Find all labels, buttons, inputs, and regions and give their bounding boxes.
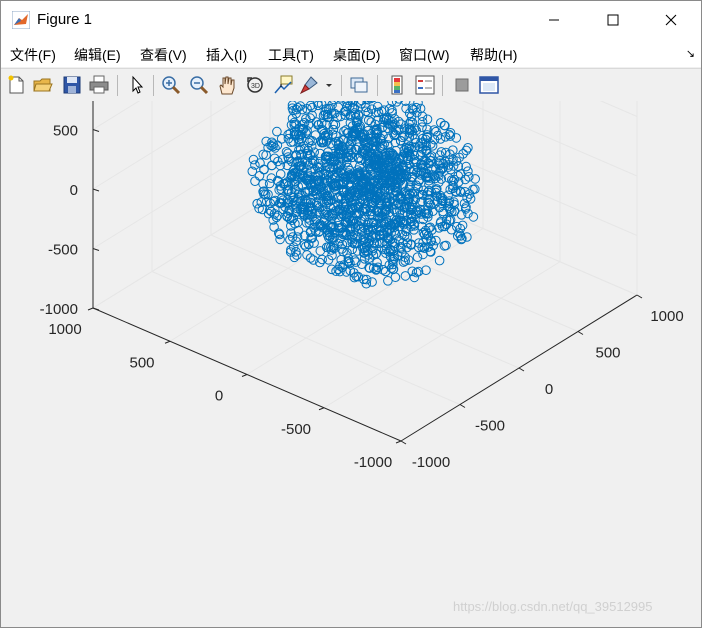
y-tick-mark: [241, 374, 248, 377]
scatter-point: [390, 272, 401, 282]
open-file-icon[interactable]: [32, 74, 54, 96]
minimize-icon: [549, 19, 559, 21]
scatter-point: [470, 184, 480, 194]
scatter-point: [293, 226, 304, 236]
z-tick-label: 500: [53, 123, 78, 140]
scatter-point: [248, 154, 259, 165]
brush-icon[interactable]: [298, 74, 320, 96]
x-tick-label: 0: [545, 381, 553, 398]
y-tick-label: -500: [281, 421, 311, 438]
grid-line: [323, 261, 561, 409]
watermark: https://blog.csdn.net/qq_39512995: [453, 599, 653, 614]
matlab-logo-icon: [12, 11, 30, 29]
menu-bar: 文件(F) 编辑(E) 查看(V) 插入(I) 工具(T) 桌面(D) 窗口(W…: [1, 39, 701, 67]
x-tick-mark: [636, 294, 643, 299]
print-icon[interactable]: [88, 74, 110, 96]
select-arrow-icon[interactable]: [126, 74, 148, 96]
hide-plot-tools-icon[interactable]: [451, 74, 473, 96]
z-tick-mark: [92, 248, 100, 251]
scatter-point: [417, 117, 428, 127]
brush-dropdown-icon[interactable]: [323, 74, 335, 96]
maximize-icon: [607, 14, 619, 26]
close-icon: [665, 14, 677, 26]
toolbar-separator: [117, 75, 118, 96]
new-figure-icon[interactable]: [5, 74, 27, 96]
legend-icon[interactable]: [414, 74, 436, 96]
scatter-point: [254, 171, 265, 181]
figure-window: Figure 1 文件(F) 编辑(E) 查看(V) 插入(I) 工具(T) 桌…: [0, 0, 702, 628]
x-tick-mark: [577, 331, 584, 335]
svg-text:3D: 3D: [251, 83, 260, 90]
save-icon[interactable]: [61, 74, 83, 96]
menu-desktop[interactable]: 桌面(D): [333, 45, 380, 65]
minimize-button[interactable]: [531, 1, 577, 39]
scatter-point: [422, 114, 433, 125]
menu-help[interactable]: 帮助(H): [470, 45, 517, 65]
y-tick-label: 0: [215, 388, 223, 405]
maximize-button[interactable]: [590, 1, 636, 39]
x-tick-label: 500: [595, 345, 620, 362]
scatter-point: [451, 133, 462, 143]
y-tick-label: 500: [129, 354, 154, 371]
y-tick-mark: [164, 340, 171, 344]
scatter-point: [275, 234, 285, 245]
y-tick-mark: [87, 307, 94, 311]
y-tick-label: -1000: [354, 454, 392, 471]
zoom-out-icon[interactable]: [188, 74, 210, 96]
dock-arrow-icon[interactable]: ↘: [686, 47, 695, 60]
menu-window[interactable]: 窗口(W): [399, 45, 450, 65]
zoom-in-icon[interactable]: [160, 74, 182, 96]
z-tick-mark: [92, 188, 100, 192]
x-tick-label: 1000: [650, 308, 683, 325]
show-plot-tools-icon[interactable]: [478, 74, 500, 96]
y-tick-label: 1000: [48, 321, 81, 338]
figure-toolbar: 3D: [1, 68, 701, 102]
scatter-point: [434, 255, 445, 266]
toolbar-separator: [442, 75, 443, 96]
rotate-3d-icon[interactable]: 3D: [244, 74, 266, 96]
link-plot-icon[interactable]: [348, 74, 370, 96]
close-button[interactable]: [648, 1, 694, 39]
scatter-point: [409, 272, 420, 283]
scatter-point: [463, 143, 473, 153]
menu-insert[interactable]: 插入(I): [206, 45, 247, 65]
pan-hand-icon[interactable]: [216, 74, 238, 96]
x-tick-mark: [400, 440, 407, 445]
toolbar-separator: [341, 75, 342, 96]
z-tick-mark: [92, 129, 100, 132]
window-title: Figure 1: [37, 11, 93, 28]
menu-file[interactable]: 文件(F): [10, 45, 56, 65]
figure-canvas[interactable]: -1000-50005001000-1000-50005001000100050…: [1, 0, 701, 627]
data-cursor-icon[interactable]: [272, 74, 294, 96]
x-tick-label: -500: [475, 418, 505, 435]
menu-view[interactable]: 查看(V): [140, 45, 187, 65]
z-tick-label: 0: [70, 182, 78, 199]
scatter-point: [412, 252, 423, 262]
y-tick-mark: [318, 407, 325, 411]
title-bar[interactable]: Figure 1: [1, 1, 701, 39]
colorbar-icon[interactable]: [386, 74, 408, 96]
scatter-point: [456, 210, 467, 220]
scatter-point: [250, 176, 260, 186]
menu-edit[interactable]: 编辑(E): [74, 45, 121, 65]
scatter-point: [367, 277, 377, 287]
scatter3-axes[interactable]: -1000-50005001000-1000-50005001000100050…: [1, 0, 701, 627]
scatter-point: [259, 164, 269, 175]
menu-tools[interactable]: 工具(T): [268, 45, 314, 65]
x-tick-label: -1000: [412, 454, 450, 471]
z-tick-label: -500: [48, 242, 78, 259]
y-tick-mark: [395, 440, 402, 444]
x-tick-mark: [518, 367, 525, 372]
scatter-points: [247, 84, 481, 289]
toolbar-separator: [377, 75, 378, 96]
x-tick-mark: [459, 404, 466, 408]
scatter-point: [309, 238, 319, 248]
z-tick-label: -1000: [40, 301, 78, 318]
toolbar-separator: [153, 75, 154, 96]
scatter-point: [255, 158, 265, 168]
